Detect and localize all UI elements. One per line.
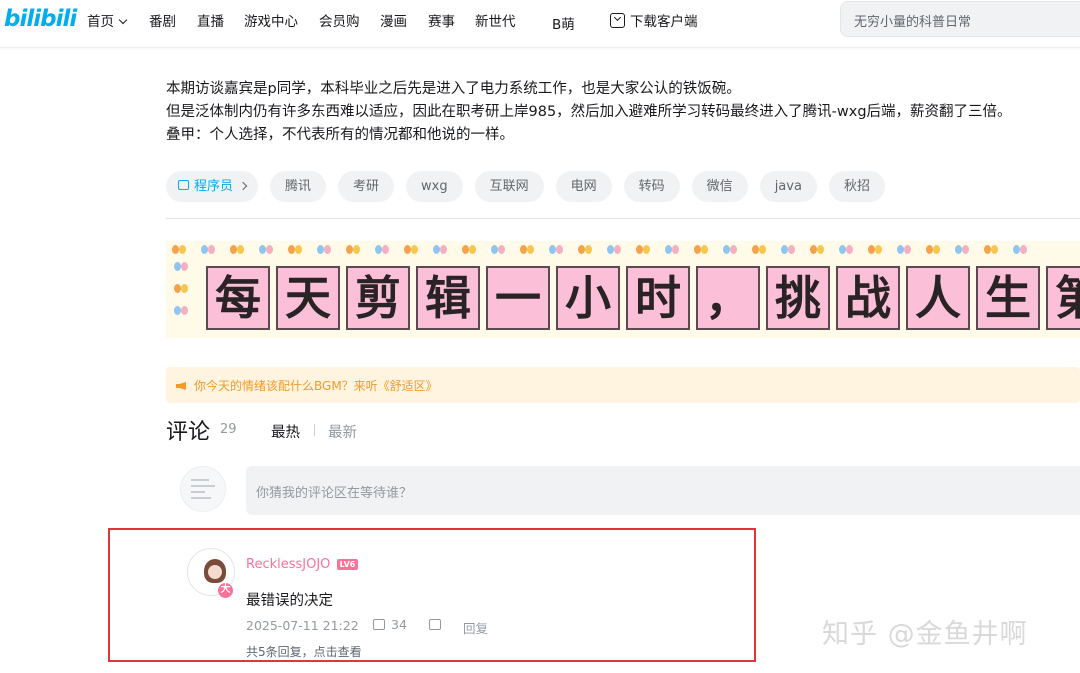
banner-char: 辑 — [416, 266, 480, 330]
banner-char: 挑 — [766, 266, 830, 330]
my-avatar[interactable] — [180, 466, 226, 512]
section-divider — [166, 218, 1080, 219]
comment-username[interactable]: RecklessJOJO — [246, 557, 330, 572]
comments-count: 29 — [220, 422, 237, 437]
topic-icon — [178, 180, 189, 190]
banner-char: 时 — [626, 266, 690, 330]
nav-match[interactable]: 赛事 — [428, 10, 455, 30]
banner-char: 剪 — [346, 266, 410, 330]
comment-input[interactable]: 你猜我的评论区在等待谁？ — [246, 466, 1080, 515]
comment-time: 2025-07-11 21:22 — [246, 618, 359, 633]
user-badge: 大 — [217, 582, 234, 599]
like-count: 34 — [391, 617, 407, 632]
topic-tag-label: 程序员 — [194, 179, 234, 194]
banner-char: 人 — [906, 266, 970, 330]
activity-banner[interactable]: 每 天 剪 辑 一 小 时 ， 挑 战 人 生 第 — [166, 241, 1080, 338]
thumbs-up-icon — [373, 619, 385, 630]
desc-line: 但是泛体制内仍有许多东西难以适应，因此在职考研上岸985，然后加入避难所学习转码… — [166, 104, 1012, 120]
like-button[interactable]: 34 — [373, 617, 407, 632]
top-nav-bar: bilibili 首页 番剧 直播 游戏中心 会员购 漫画 赛事 新世代 B萌 … — [0, 0, 1080, 48]
topic-tag[interactable]: 程序员 — [166, 171, 259, 202]
download-icon — [610, 13, 625, 28]
tag-item[interactable]: 转码 — [623, 171, 680, 202]
reply-button[interactable]: 回复 — [463, 618, 488, 637]
sort-new-tab[interactable]: 最新 — [328, 421, 357, 442]
user-level-badge: LV6 — [337, 559, 358, 570]
tag-item[interactable]: wxg — [406, 171, 463, 202]
banner-char: 第 — [1046, 266, 1080, 330]
comments-title: 评论 — [166, 420, 211, 445]
tag-item[interactable]: 考研 — [338, 171, 395, 202]
nav-game-center[interactable]: 游戏中心 — [244, 10, 298, 30]
view-replies-link[interactable]: 共5条回复，点击查看 — [246, 643, 362, 660]
banner-char: 每 — [206, 266, 270, 330]
tag-list: 程序员 腾讯 考研 wxg 互联网 电网 转码 微信 java 秋招 — [166, 171, 885, 203]
nav-home-label: 首页 — [87, 14, 114, 30]
banner-decoration-left — [174, 261, 188, 321]
chevron-down-icon — [118, 15, 128, 25]
notice-text: 你今天的情绪该配什么BGM？来听《舒适区》 — [194, 379, 438, 393]
nav-new-generation[interactable]: 新世代 — [475, 10, 516, 30]
nav-b-meng[interactable]: B萌 — [552, 13, 575, 33]
bilibili-logo[interactable]: bilibili — [4, 6, 77, 32]
banner-char: 生 — [976, 266, 1040, 330]
search-input[interactable]: 无穷小量的科普日常 — [840, 1, 1080, 37]
thumbs-down-icon[interactable] — [429, 619, 441, 630]
banner-char: 小 — [556, 266, 620, 330]
tag-item[interactable]: java — [759, 171, 817, 202]
nav-manga[interactable]: 漫画 — [380, 10, 407, 30]
zhihu-watermark: 知乎 @金鱼井啊 — [822, 619, 1028, 650]
chevron-right-icon — [238, 181, 248, 191]
nav-bangumi[interactable]: 番剧 — [149, 10, 176, 30]
sort-hot-tab[interactable]: 最热 — [271, 421, 300, 442]
tag-item[interactable]: 电网 — [555, 171, 612, 202]
banner-title: 每 天 剪 辑 一 小 时 ， 挑 战 人 生 第 — [206, 266, 1080, 330]
download-client-button[interactable]: 下载客户端 — [610, 10, 698, 30]
banner-decoration-top — [166, 244, 1080, 262]
desc-line: 叠甲：个人选择，不代表所有的情况都和他说的一样。 — [166, 127, 514, 143]
banner-char: 一 — [486, 266, 550, 330]
sort-divider — [314, 424, 315, 436]
comment-text: 最错误的决定 — [246, 593, 333, 609]
download-label: 下载客户端 — [630, 14, 698, 30]
banner-char: 战 — [836, 266, 900, 330]
nav-home[interactable]: 首页 — [87, 10, 128, 30]
banner-char: 天 — [276, 266, 340, 330]
desc-line: 本期访谈嘉宾是p同学，本科毕业之后先是进入了电力系统工作，也是大家公认的铁饭碗。 — [166, 81, 741, 97]
tag-item[interactable]: 微信 — [691, 171, 748, 202]
video-description: 本期访谈嘉宾是p同学，本科毕业之后先是进入了电力系统工作，也是大家公认的铁饭碗。… — [166, 78, 1080, 147]
nav-vip-shop[interactable]: 会员购 — [319, 10, 360, 30]
speaker-icon — [176, 382, 186, 390]
tag-item[interactable]: 秋招 — [828, 171, 885, 202]
banner-char: ， — [696, 266, 760, 330]
bgm-notice-bar[interactable]: 你今天的情绪该配什么BGM？来听《舒适区》 — [166, 367, 1080, 403]
tag-item[interactable]: 互联网 — [474, 171, 544, 202]
tag-item[interactable]: 腾讯 — [270, 171, 327, 202]
nav-live[interactable]: 直播 — [197, 10, 224, 30]
